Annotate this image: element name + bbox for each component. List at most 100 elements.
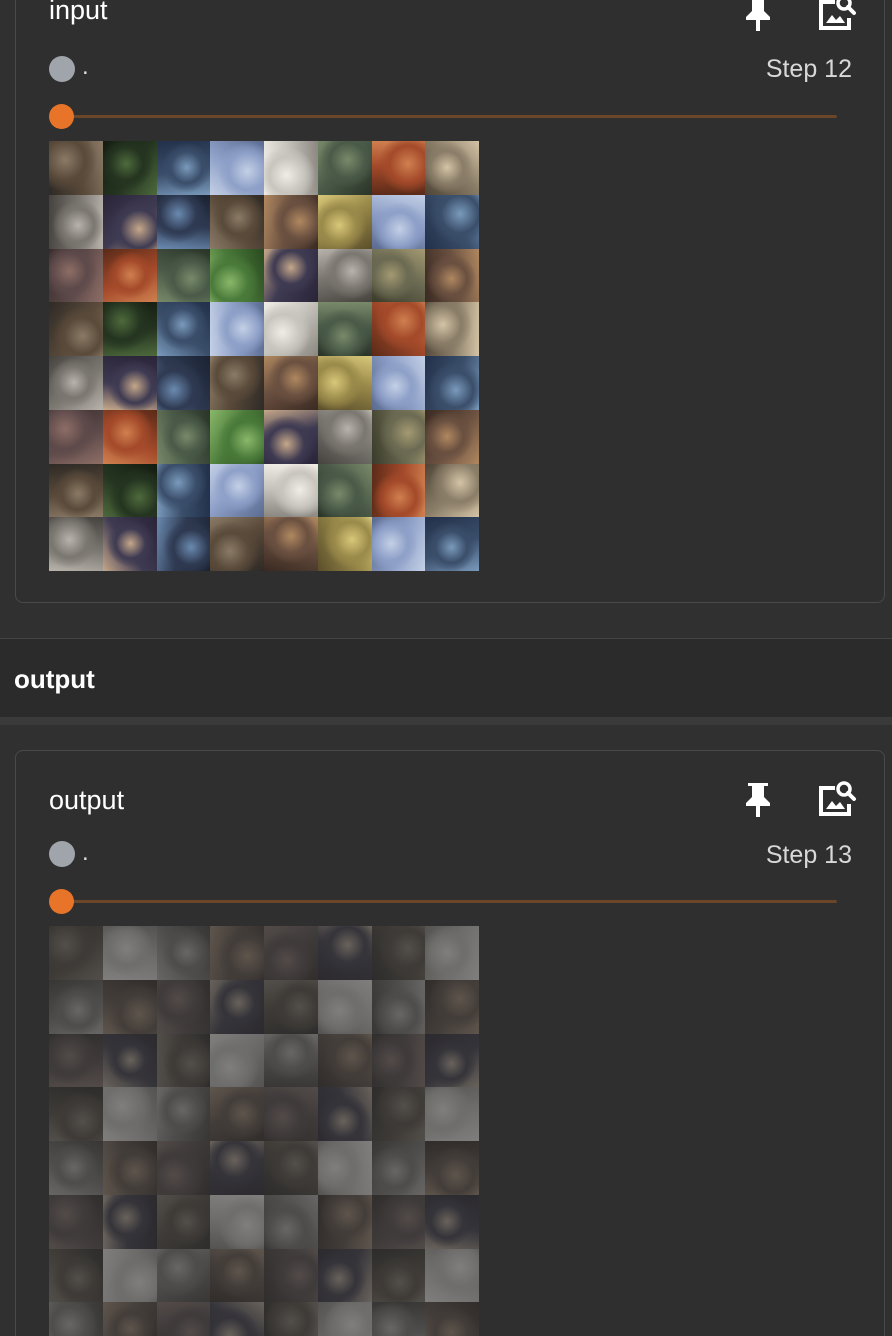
image-thumbnail bbox=[49, 979, 103, 1034]
image-thumbnail bbox=[210, 979, 264, 1034]
image-thumbnail bbox=[371, 1248, 426, 1303]
run-name: . bbox=[82, 839, 89, 866]
pin-button[interactable] bbox=[736, 0, 780, 35]
image-thumbnail bbox=[156, 194, 211, 249]
image-sample-grid[interactable] bbox=[49, 926, 479, 1336]
image-thumbnail bbox=[102, 1194, 157, 1249]
step-slider[interactable] bbox=[49, 104, 837, 130]
image-thumbnail bbox=[102, 463, 157, 518]
image-thumbnail bbox=[425, 409, 479, 464]
image-thumbnail bbox=[49, 356, 103, 410]
image-thumbnail bbox=[264, 1033, 318, 1088]
image-thumbnail bbox=[210, 141, 264, 195]
image-thumbnail bbox=[102, 409, 157, 464]
run-color-dot bbox=[49, 841, 75, 867]
divider bbox=[0, 717, 892, 725]
image-thumbnail bbox=[102, 517, 157, 571]
image-thumbnail bbox=[371, 1087, 426, 1141]
image-thumbnail bbox=[425, 979, 479, 1034]
image-thumbnail bbox=[264, 463, 318, 518]
image-thumbnail bbox=[264, 1302, 318, 1336]
image-thumbnail bbox=[317, 1141, 372, 1195]
step-label: Step 12 bbox=[765, 55, 852, 83]
image-zoom-button[interactable] bbox=[814, 0, 858, 35]
image-thumbnail bbox=[371, 1302, 426, 1336]
image-thumbnail bbox=[317, 141, 372, 195]
image-search-icon bbox=[819, 0, 856, 30]
image-zoom-button[interactable] bbox=[814, 777, 858, 821]
image-thumbnail bbox=[102, 302, 157, 356]
slider-thumb[interactable] bbox=[49, 889, 74, 914]
image-thumbnail bbox=[425, 463, 479, 518]
image-thumbnail bbox=[49, 1248, 103, 1303]
page: input . Step 12 output output . Step 13 bbox=[0, 0, 892, 1336]
image-thumbnail bbox=[102, 979, 157, 1034]
image-thumbnail bbox=[210, 1302, 264, 1336]
image-thumbnail bbox=[156, 1194, 211, 1249]
image-thumbnail bbox=[264, 1087, 318, 1141]
image-thumbnail bbox=[425, 1087, 479, 1141]
image-thumbnail bbox=[210, 1194, 264, 1249]
image-thumbnail bbox=[317, 463, 372, 518]
image-thumbnail bbox=[317, 194, 372, 249]
image-thumbnail bbox=[156, 463, 211, 518]
image-thumbnail bbox=[156, 1141, 211, 1195]
image-sample-grid[interactable] bbox=[49, 141, 479, 571]
image-thumbnail bbox=[371, 1033, 426, 1088]
image-thumbnail bbox=[425, 141, 479, 195]
image-thumbnail bbox=[264, 409, 318, 464]
section-title: output bbox=[14, 664, 95, 694]
image-thumbnail bbox=[49, 1033, 103, 1088]
image-thumbnail bbox=[210, 1141, 264, 1195]
image-thumbnail bbox=[156, 409, 211, 464]
image-thumbnail bbox=[264, 517, 318, 571]
image-thumbnail bbox=[317, 248, 372, 303]
image-thumbnail bbox=[371, 517, 426, 571]
image-thumbnail bbox=[317, 1302, 372, 1336]
image-thumbnail bbox=[425, 1302, 479, 1336]
image-search-icon bbox=[819, 781, 856, 816]
image-thumbnail bbox=[264, 1194, 318, 1249]
image-thumbnail bbox=[264, 1248, 318, 1303]
image-thumbnail bbox=[425, 1033, 479, 1088]
image-thumbnail bbox=[371, 141, 426, 195]
image-thumbnail bbox=[425, 926, 479, 980]
image-thumbnail bbox=[156, 1087, 211, 1141]
card-title: output bbox=[49, 785, 125, 815]
image-thumbnail bbox=[102, 194, 157, 249]
image-thumbnail bbox=[156, 517, 211, 571]
image-thumbnail bbox=[264, 979, 318, 1034]
image-thumbnail bbox=[210, 194, 264, 249]
image-thumbnail bbox=[49, 409, 103, 464]
image-thumbnail bbox=[371, 463, 426, 518]
image-card-input: input . Step 12 bbox=[15, 0, 885, 603]
image-thumbnail bbox=[102, 1248, 157, 1303]
image-thumbnail bbox=[49, 248, 103, 303]
image-thumbnail bbox=[425, 302, 479, 356]
pin-button[interactable] bbox=[736, 777, 780, 821]
image-thumbnail bbox=[156, 248, 211, 303]
image-thumbnail bbox=[210, 1033, 264, 1088]
image-thumbnail bbox=[156, 926, 211, 980]
section-header: output bbox=[0, 638, 892, 718]
image-thumbnail bbox=[264, 248, 318, 303]
image-thumbnail bbox=[156, 356, 211, 410]
image-thumbnail bbox=[317, 1033, 372, 1088]
image-thumbnail bbox=[425, 356, 479, 410]
image-thumbnail bbox=[264, 302, 318, 356]
image-thumbnail bbox=[156, 1033, 211, 1088]
image-thumbnail bbox=[156, 1302, 211, 1336]
step-slider[interactable] bbox=[49, 889, 837, 915]
image-thumbnail bbox=[210, 517, 264, 571]
step-label: Step 13 bbox=[765, 841, 852, 869]
image-thumbnail bbox=[371, 409, 426, 464]
pin-icon bbox=[746, 783, 770, 817]
image-thumbnail bbox=[317, 517, 372, 571]
image-thumbnail bbox=[210, 1087, 264, 1141]
image-thumbnail bbox=[264, 926, 318, 980]
slider-thumb[interactable] bbox=[49, 104, 74, 129]
image-thumbnail bbox=[425, 1194, 479, 1249]
image-thumbnail bbox=[102, 141, 157, 195]
image-thumbnail bbox=[371, 1141, 426, 1195]
image-thumbnail bbox=[264, 356, 318, 410]
